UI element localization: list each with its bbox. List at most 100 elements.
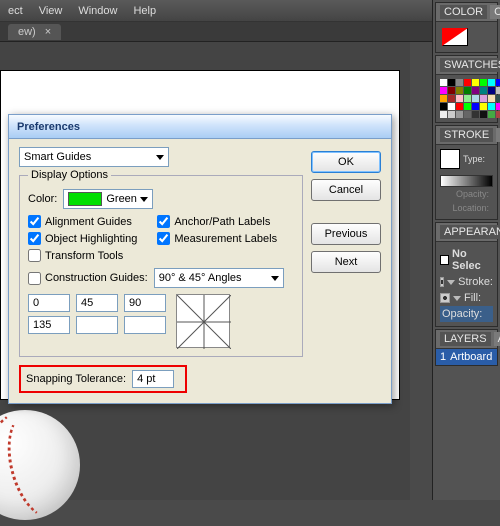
previous-button[interactable]: Previous — [311, 223, 381, 245]
document-tab[interactable]: ew) × — [8, 24, 61, 40]
construction-guides-checkbox[interactable]: Construction Guides: — [28, 272, 148, 285]
swatch[interactable] — [456, 103, 463, 110]
swatch[interactable] — [464, 111, 471, 118]
swatch[interactable] — [480, 103, 487, 110]
swatch[interactable] — [456, 87, 463, 94]
tab-color-guide[interactable]: CO — [490, 5, 500, 19]
menu-window[interactable]: Window — [78, 5, 117, 17]
type-label: Type: — [463, 154, 485, 164]
swatch[interactable] — [480, 95, 487, 102]
ok-button[interactable]: OK — [311, 151, 381, 173]
swatch[interactable] — [472, 79, 479, 86]
color-label: Color: — [28, 193, 57, 205]
swatch[interactable] — [488, 95, 495, 102]
swatch[interactable] — [448, 111, 455, 118]
swatch[interactable] — [464, 79, 471, 86]
angle-preview — [176, 294, 230, 348]
swatch[interactable] — [464, 95, 471, 102]
swatch[interactable] — [440, 95, 447, 102]
menu-select[interactable]: ect — [8, 5, 23, 17]
swatch[interactable] — [448, 103, 455, 110]
swatch[interactable] — [456, 111, 463, 118]
menu-view[interactable]: View — [39, 5, 63, 17]
swatch[interactable] — [440, 87, 447, 94]
stroke-swatch[interactable] — [440, 149, 460, 169]
snapping-tolerance-highlight: Snapping Tolerance: 4 pt — [19, 365, 187, 393]
swatch[interactable] — [456, 95, 463, 102]
category-value: Smart Guides — [24, 151, 91, 163]
menu-help[interactable]: Help — [133, 5, 156, 17]
measurement-labels-checkbox[interactable]: Measurement Labels — [157, 232, 277, 245]
display-options-legend: Display Options — [28, 169, 111, 181]
close-icon[interactable]: × — [45, 26, 51, 38]
swatch[interactable] — [488, 111, 495, 118]
alignment-guides-checkbox[interactable]: Alignment Guides — [28, 215, 137, 228]
chevron-down-icon — [271, 276, 279, 281]
cancel-button[interactable]: Cancel — [311, 179, 381, 201]
angle-135-input[interactable]: 135 — [28, 316, 70, 334]
swatch[interactable] — [440, 103, 447, 110]
swatch[interactable] — [480, 111, 487, 118]
swatch[interactable] — [464, 87, 471, 94]
chevron-down-icon — [156, 155, 164, 160]
opacity-row[interactable]: Opacity: — [442, 308, 482, 320]
chevron-down-icon[interactable] — [453, 296, 461, 301]
anchor-path-labels-checkbox[interactable]: Anchor/Path Labels — [157, 215, 277, 228]
layer-number: 1 — [440, 351, 446, 363]
swatch[interactable] — [448, 79, 455, 86]
swatch[interactable] — [480, 87, 487, 94]
stroke-panel: STROKEGRA Type: Opacity: Location: — [435, 125, 498, 220]
angles-dropdown[interactable]: 90° & 45° Angles — [154, 268, 284, 288]
swatch[interactable] — [440, 79, 447, 86]
eye-icon[interactable] — [440, 277, 444, 287]
snapping-tolerance-input[interactable]: 4 pt — [132, 370, 174, 388]
angle-empty-input[interactable] — [124, 316, 166, 334]
tab-gradient[interactable]: GRA — [496, 128, 500, 142]
swatch[interactable] — [488, 87, 495, 94]
swatch[interactable] — [448, 87, 455, 94]
layer-row[interactable]: 1 Artboard — [436, 349, 497, 365]
tab-stroke[interactable]: STROKE — [440, 128, 493, 142]
swatch[interactable] — [440, 111, 447, 118]
swatch[interactable] — [488, 79, 495, 86]
swatch[interactable] — [472, 111, 479, 118]
location-label: Location: — [440, 201, 493, 215]
color-dropdown[interactable]: Green — [63, 189, 153, 209]
swatch[interactable] — [472, 95, 479, 102]
swatch[interactable] — [472, 103, 479, 110]
angle-0-input[interactable]: 0 — [28, 294, 70, 312]
gradient-slider[interactable] — [440, 175, 493, 187]
swatch[interactable] — [496, 79, 500, 86]
swatch[interactable] — [496, 111, 500, 118]
swatch-grid[interactable] — [440, 79, 493, 118]
layer-name: Artboard — [450, 351, 492, 363]
angle-empty-input[interactable] — [76, 316, 118, 334]
tab-artboards[interactable]: ART — [494, 332, 500, 346]
swatch[interactable] — [496, 103, 500, 110]
eye-icon[interactable] — [440, 293, 450, 303]
transform-tools-checkbox[interactable]: Transform Tools — [28, 249, 137, 262]
chevron-down-icon[interactable] — [447, 280, 455, 285]
tab-swatches[interactable]: SWATCHES — [440, 58, 500, 72]
color-swatch — [68, 192, 102, 206]
next-button[interactable]: Next — [311, 251, 381, 273]
display-options-group: Display Options Color: Green Alignment G… — [19, 169, 303, 357]
swatch[interactable] — [496, 87, 500, 94]
swatch[interactable] — [472, 87, 479, 94]
tab-layers[interactable]: LAYERS — [440, 332, 491, 346]
tab-appearance[interactable]: APPEARANCE — [440, 225, 500, 239]
angle-45-input[interactable]: 45 — [76, 294, 118, 312]
swatch[interactable] — [496, 95, 500, 102]
angle-90-input[interactable]: 90 — [124, 294, 166, 312]
object-highlighting-checkbox[interactable]: Object Highlighting — [28, 232, 137, 245]
swatch[interactable] — [456, 79, 463, 86]
no-selection-label: No Selec — [452, 248, 493, 272]
fill-stroke-indicator[interactable] — [442, 28, 468, 46]
category-dropdown[interactable]: Smart Guides — [19, 147, 169, 167]
swatch[interactable] — [488, 103, 495, 110]
swatch[interactable] — [480, 79, 487, 86]
swatch[interactable] — [448, 95, 455, 102]
tab-color[interactable]: COLOR — [440, 5, 487, 19]
angles-value: 90° & 45° Angles — [159, 272, 242, 284]
swatch[interactable] — [464, 103, 471, 110]
